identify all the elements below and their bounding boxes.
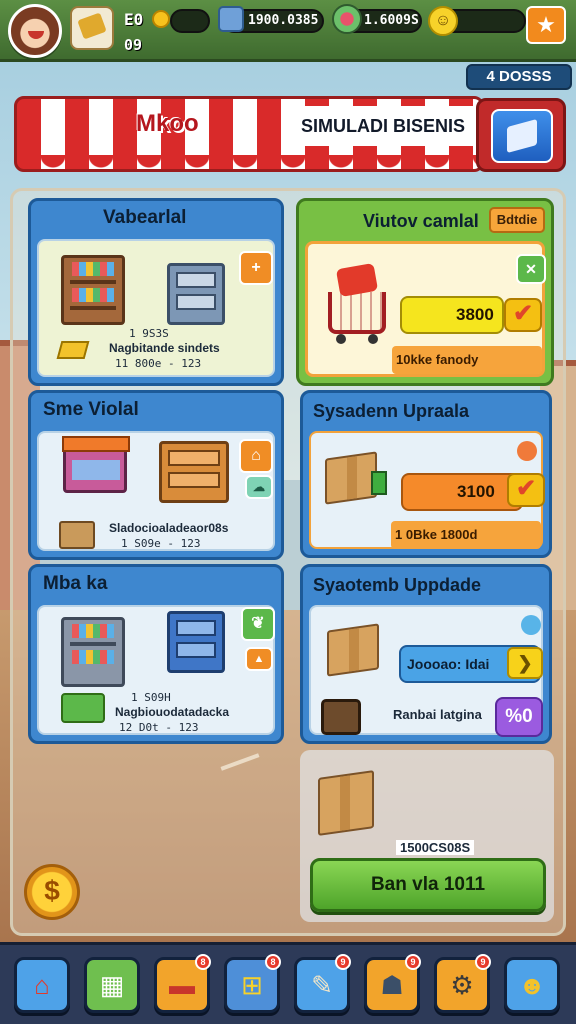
upgrade-card-3[interactable]: Mba ka ❦ ▲ 1 S09H Nagbiouodatadacka 12 D… [28, 564, 284, 744]
ticket-icon [56, 341, 90, 359]
box-icon [59, 521, 95, 549]
cabinet-illustration [167, 263, 225, 325]
crate-illustration [325, 451, 377, 505]
card-description: Sladocioaladeaor08s [109, 521, 229, 535]
card-code: 1 S09H [131, 691, 171, 704]
confirm-button[interactable]: ✔ [507, 473, 545, 507]
cash-icon [61, 693, 105, 723]
dollar-icon[interactable]: $ [24, 864, 80, 920]
level-value: E0 [124, 10, 144, 29]
shelf-illustration [61, 255, 125, 325]
upgrade-card-1[interactable]: Vabearlal + 1 9S3S Nagbitande sindets 11… [28, 198, 284, 386]
upgrade-card-2[interactable]: Sme Violal ⌂ ☁ Sladocioaladeaor08s 1 S09… [28, 390, 284, 560]
percent-button[interactable]: %0 [495, 697, 543, 737]
status-badge[interactable]: 4 DOSSS [466, 64, 572, 90]
produce-crate-icon [321, 699, 361, 735]
shop-icon[interactable]: ⊞ 8 [224, 954, 281, 1013]
card-title: Viutov camlal [363, 211, 479, 231]
top-bar: E0 09 1900.0385 1.6009S ☺ ★ [0, 0, 576, 62]
action-button[interactable]: Ban vla 1011 [310, 858, 546, 912]
card-title: Vabearlal [103, 207, 187, 228]
battery-icon [371, 471, 387, 495]
box-icon [491, 109, 553, 163]
chat-icon[interactable]: ☁ [245, 475, 273, 499]
chevron-icon[interactable]: ❯ [507, 647, 543, 679]
character-icon[interactable]: ☻ [504, 957, 560, 1013]
card-title: Syaotemb Uppdade [313, 575, 482, 595]
notification-dot [517, 441, 537, 461]
card-body: ❦ ▲ 1 S09H Nagbiouodatadacka 12 D0t - 12… [37, 605, 275, 735]
upgrade-card-system-2[interactable]: Syaotemb Uppdade Joooao: Idai ❯ Ranbai l… [300, 564, 552, 744]
shop-title: Mkoo [136, 110, 199, 137]
home-icon[interactable]: ⌂ [14, 957, 70, 1013]
gallery-icon[interactable]: ▦ [84, 957, 140, 1013]
cart-illustration [328, 292, 386, 344]
card-body: ⌂ ☁ Sladocioaladeaor08s 1 S09e - 123 [37, 431, 275, 551]
card-subtext: 1 0Bke 1800d [391, 521, 541, 549]
cabinet-illustration [167, 611, 225, 673]
gift-box-illustration [327, 623, 379, 677]
player-avatar[interactable] [8, 4, 62, 58]
cards-icon[interactable]: ▬ 8 [154, 954, 211, 1013]
card-code: 1 9S3S [129, 327, 169, 340]
card-subtext: 1 S09e - 123 [121, 537, 201, 550]
confirm-button[interactable]: ✔ [504, 298, 542, 332]
star-button[interactable]: ★ [526, 6, 566, 44]
bottom-code: 1500CS08S [396, 840, 475, 855]
price-value: 3800 [400, 296, 504, 334]
parcel-illustration [318, 770, 374, 836]
settings-icon[interactable]: ⚙ 9 [434, 954, 491, 1013]
nav-badge: 8 [195, 954, 211, 970]
card-subtext: 12 D0t - 123 [119, 721, 199, 734]
nav-badge: 9 [405, 954, 421, 970]
card-body: + 1 9S3S Nagbitande sindets 11 800e - 12… [37, 239, 275, 377]
card-title: Sysadenn Upraala [313, 401, 470, 421]
gem-icon [332, 4, 362, 34]
level-sub-value: 09 [124, 36, 143, 54]
nav-badge: 8 [265, 954, 281, 970]
card-description: Nagbitande sindets [109, 341, 220, 355]
nav-badge: 9 [335, 954, 351, 970]
card-title: Mba ka [43, 573, 108, 594]
notification-dot [521, 615, 541, 635]
card-badge: Bdtdie [489, 207, 545, 233]
card-body: ✕ 3800 ✔ 10kke fanody [305, 241, 546, 377]
price-value: 3100 [401, 473, 523, 511]
xp-bar [170, 9, 210, 33]
tools-icon[interactable]: ✎ 9 [294, 954, 351, 1013]
business-icon[interactable] [70, 6, 114, 50]
cabinet-illustration [159, 441, 229, 503]
robot-icon[interactable]: ☗ 9 [364, 954, 421, 1013]
coin-icon [152, 10, 170, 28]
stall-illustration [62, 436, 130, 493]
card-title: Sme Violal [43, 399, 139, 420]
shelf-illustration [61, 617, 125, 687]
card-subtext: 11 800e - 123 [115, 357, 202, 370]
happiness-icon: ☺ [428, 6, 458, 36]
bottom-navigation: ⌂ ▦ ▬ 8 ⊞ 8 ✎ 9 ☗ 9 ⚙ 9 ☻ [0, 942, 576, 1024]
shop-icon[interactable]: ⌂ [239, 439, 273, 473]
leaf-icon[interactable]: ❦ [241, 607, 275, 641]
card-body: 3100 ✔ 1 0Bke 1800d [309, 431, 545, 549]
inventory-button[interactable] [476, 98, 566, 172]
upgrade-card-cart[interactable]: Viutov camlal Bdtdie ✕ 3800 ✔ 10kke fano… [296, 198, 554, 386]
upgrade-icon[interactable]: ▲ [245, 647, 273, 671]
close-icon[interactable]: ✕ [516, 254, 546, 284]
upgrade-card-system-1[interactable]: Sysadenn Upraala 3100 ✔ 1 0Bke 1800d [300, 390, 552, 558]
card-subtext: 10kke fanody [392, 346, 542, 374]
business-banner: SIMULADI BISENIS [288, 106, 478, 146]
card-description: Nagbiouodatadacka [115, 705, 230, 719]
plus-icon[interactable]: + [239, 251, 273, 285]
card-body: Joooao: Idai ❯ Ranbai latgina %0 [309, 605, 543, 737]
row-label: Ranbai latgina [393, 707, 482, 722]
money-icon [218, 6, 244, 32]
nav-badge: 9 [475, 954, 491, 970]
